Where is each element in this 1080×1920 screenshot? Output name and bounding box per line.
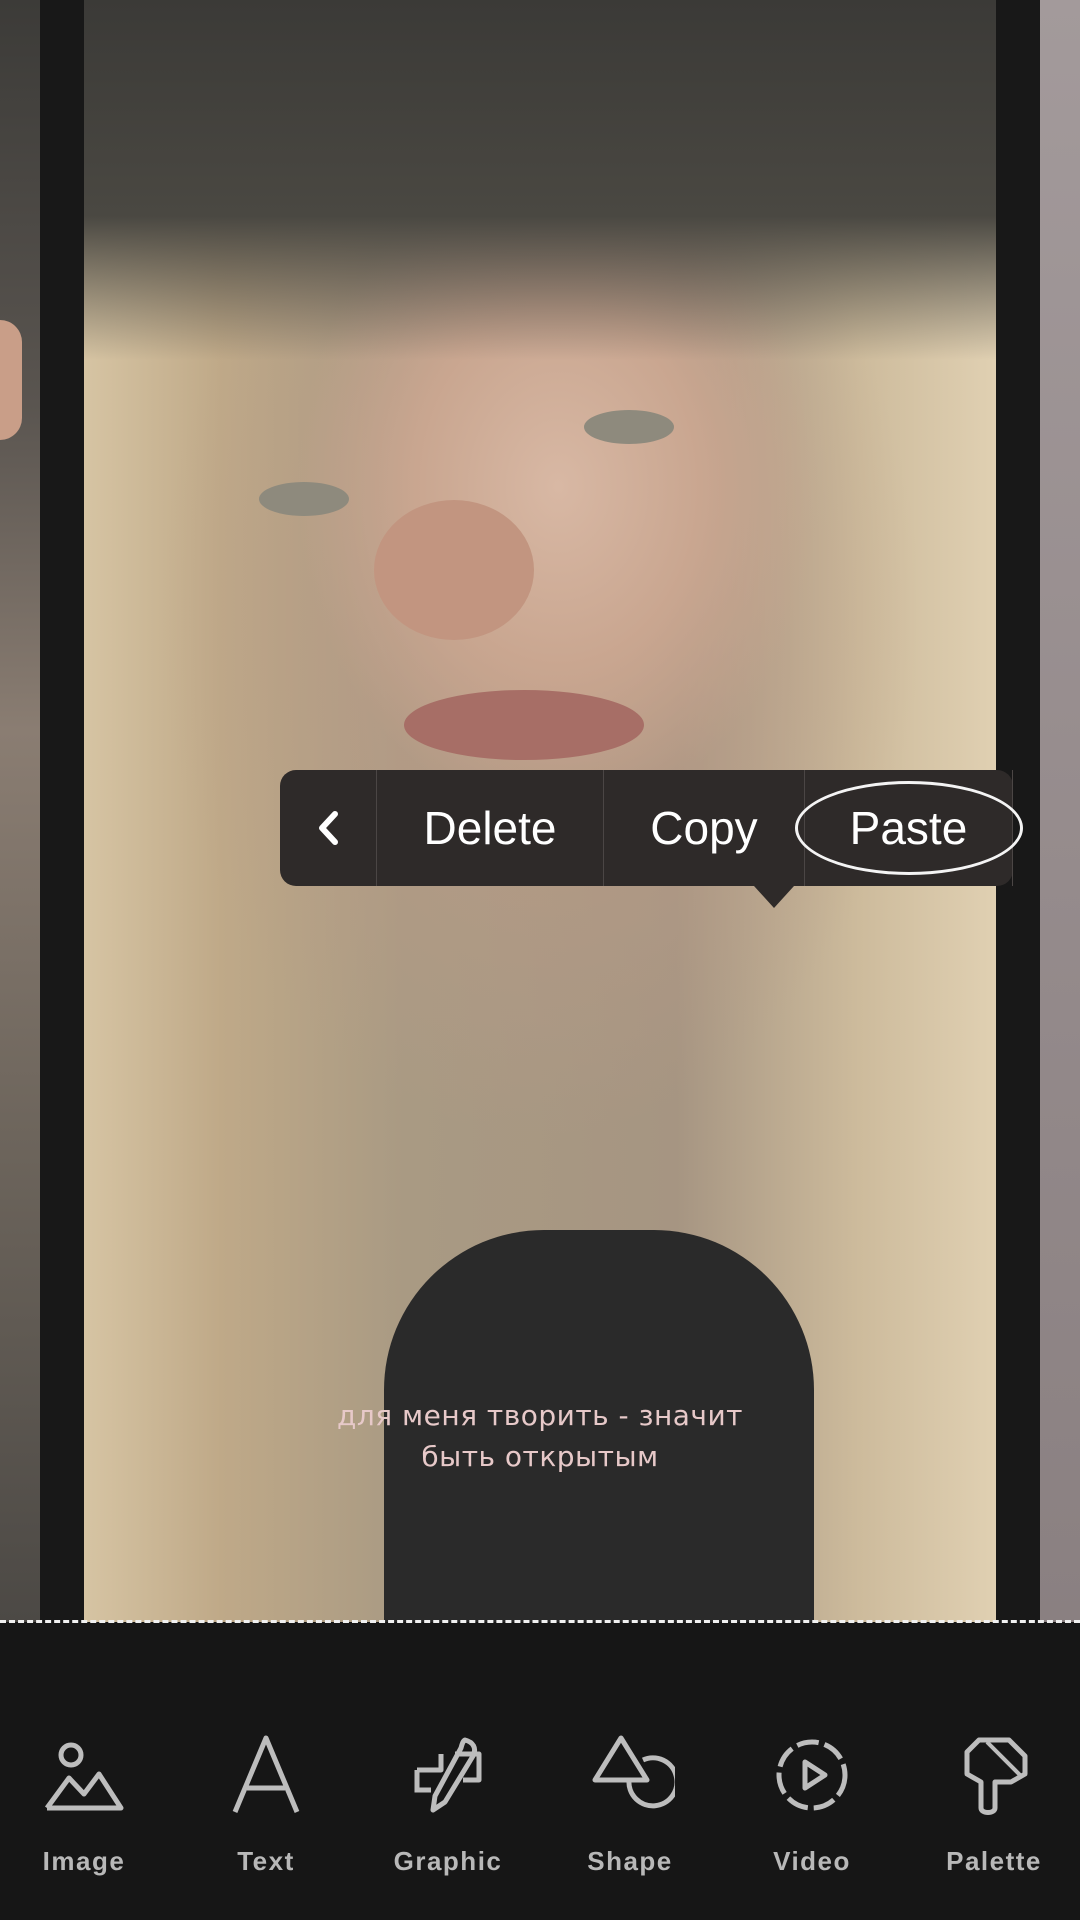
photo-detail — [259, 482, 349, 516]
toolbar-text-button[interactable]: Text — [186, 1730, 346, 1877]
text-icon — [232, 1735, 300, 1813]
page-gap — [40, 0, 84, 1622]
toolbar-text-label: Text — [237, 1846, 295, 1876]
toolbar-graphic-button[interactable]: Graphic — [368, 1730, 528, 1877]
toolbar-palette-button[interactable]: Palette — [914, 1730, 1074, 1877]
toolbar-image-button[interactable]: Image — [4, 1730, 164, 1877]
toolbar-image-label: Image — [42, 1846, 126, 1876]
next-page-preview[interactable] — [1040, 0, 1080, 1622]
image-icon — [44, 1742, 124, 1811]
caption-line-2: быть открытым — [421, 1440, 659, 1473]
palette-icon — [964, 1737, 1028, 1815]
photo-background — [84, 0, 996, 360]
delete-button[interactable]: Delete — [377, 770, 604, 886]
toolbar-shape-label: Shape — [587, 1846, 673, 1876]
bottom-toolbar: Image Text Graphic Shape Video Palette — [0, 1730, 1080, 1880]
photo-detail — [404, 690, 644, 760]
video-icon — [776, 1739, 848, 1811]
photo-detail — [584, 410, 674, 444]
graphic-icon — [414, 1737, 482, 1813]
copy-button[interactable]: Copy — [604, 770, 805, 886]
previous-page-preview[interactable] — [0, 0, 40, 1622]
toolbar-video-label: Video — [773, 1846, 851, 1876]
paste-highlight-ring — [795, 781, 1023, 875]
design-canvas[interactable]: для меня творить - значит быть открытым … — [0, 0, 1080, 1622]
caption-text-box[interactable]: для меня творить - значит быть открытым — [84, 1395, 996, 1477]
shape-icon — [592, 1735, 675, 1809]
menu-back-button[interactable] — [280, 770, 377, 886]
menu-pointer — [754, 886, 794, 908]
edit-context-menu: Delete Copy Paste — [280, 770, 1023, 908]
toolbar-palette-label: Palette — [946, 1846, 1042, 1876]
toolbar-shape-button[interactable]: Shape — [550, 1730, 710, 1877]
caption-line-1: для меня творить - значит — [337, 1399, 743, 1432]
canvas-bottom-boundary — [0, 1620, 1080, 1623]
toolbar-graphic-label: Graphic — [393, 1846, 503, 1876]
chevron-left-icon — [319, 811, 338, 845]
photo-detail — [374, 500, 534, 640]
paste-button[interactable]: Paste — [795, 770, 1023, 886]
toolbar-video-button[interactable]: Video — [732, 1730, 892, 1877]
